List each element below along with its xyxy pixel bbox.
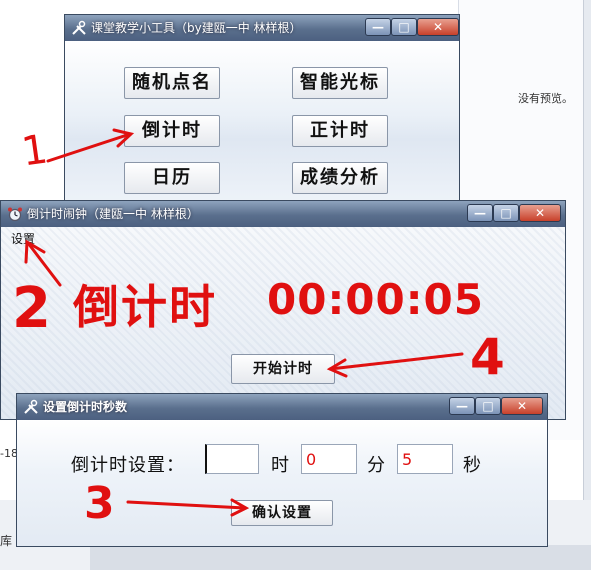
- countdown-window-titlebar[interactable]: 倒计时闹钟（建瓯一中 林样根） — □ ✕: [1, 201, 565, 227]
- tool-window-client: 随机点名 智能光标 倒计时 正计时 日历 成绩分析: [65, 41, 459, 205]
- countdown-button[interactable]: 倒计时: [124, 115, 220, 147]
- close-icon: ✕: [516, 399, 528, 413]
- settings-window-title: 设置倒计时秒数: [43, 400, 128, 414]
- annotation-step-3: 3: [84, 478, 115, 529]
- hours-unit-label: 时: [271, 455, 289, 476]
- tool-window: 课堂教学小工具（by建瓯一中 林样根） — □ ✕ 随机点名 智能光标 倒计时 …: [64, 14, 460, 206]
- minimize-icon: —: [456, 399, 468, 413]
- preview-status-text: 没有预览。: [518, 92, 573, 105]
- close-button[interactable]: ✕: [417, 18, 459, 36]
- close-button[interactable]: ✕: [519, 204, 561, 222]
- hours-input[interactable]: [205, 444, 259, 474]
- grade-analysis-button[interactable]: 成绩分析: [292, 162, 388, 194]
- maximize-icon: □: [482, 399, 494, 413]
- minimize-icon: —: [372, 20, 384, 34]
- background-taskbar-strip: [90, 545, 591, 570]
- minutes-input[interactable]: 0: [301, 444, 357, 474]
- tools-icon: [72, 20, 86, 35]
- calendar-button[interactable]: 日历: [124, 162, 220, 194]
- maximize-button[interactable]: □: [493, 204, 519, 222]
- maximize-icon: □: [398, 20, 410, 34]
- smart-cursor-button[interactable]: 智能光标: [292, 67, 388, 99]
- countdown-window-title: 倒计时闹钟（建瓯一中 林样根）: [27, 207, 199, 221]
- alarm-clock-icon: [8, 207, 22, 222]
- start-timer-button[interactable]: 开始计时: [231, 354, 335, 384]
- tools-icon: [24, 399, 38, 414]
- countdown-label: 倒计时: [73, 280, 217, 334]
- background-window-edge: [583, 0, 591, 500]
- minimize-button[interactable]: —: [365, 18, 391, 36]
- tool-window-titlebar[interactable]: 课堂教学小工具（by建瓯一中 林样根） — □ ✕: [65, 15, 459, 41]
- annotation-step-1: 1: [18, 126, 51, 176]
- seconds-unit-label: 秒: [463, 455, 481, 476]
- confirm-settings-button[interactable]: 确认设置: [231, 500, 333, 526]
- background-text-fragment: 库: [0, 534, 13, 548]
- countdown-window: 倒计时闹钟（建瓯一中 林样根） — □ ✕ 设置 倒计时 00:00:05 开始…: [0, 200, 566, 420]
- tool-window-title: 课堂教学小工具（by建瓯一中 林样根）: [91, 21, 302, 35]
- minimize-button[interactable]: —: [467, 204, 493, 222]
- close-icon: ✕: [432, 20, 444, 34]
- close-icon: ✕: [534, 206, 546, 220]
- close-button[interactable]: ✕: [501, 397, 543, 415]
- countdown-setting-label: 倒计时设置：: [71, 455, 185, 476]
- settings-menu[interactable]: 设置: [11, 230, 35, 247]
- countdown-time-display: 00:00:05: [267, 275, 484, 324]
- random-call-button[interactable]: 随机点名: [124, 67, 220, 99]
- countdown-window-client: 设置 倒计时 00:00:05 开始计时: [1, 227, 565, 419]
- minimize-button[interactable]: —: [449, 397, 475, 415]
- count-up-button[interactable]: 正计时: [292, 115, 388, 147]
- settings-window-titlebar[interactable]: 设置倒计时秒数 — □ ✕: [17, 394, 547, 420]
- minutes-unit-label: 分: [367, 455, 385, 476]
- maximize-button[interactable]: □: [391, 18, 417, 36]
- minimize-icon: —: [474, 206, 486, 220]
- annotation-step-2: 2: [12, 276, 51, 341]
- maximize-icon: □: [500, 206, 512, 220]
- annotation-step-4: 4: [470, 328, 505, 386]
- seconds-input[interactable]: 5: [397, 444, 453, 474]
- maximize-button[interactable]: □: [475, 397, 501, 415]
